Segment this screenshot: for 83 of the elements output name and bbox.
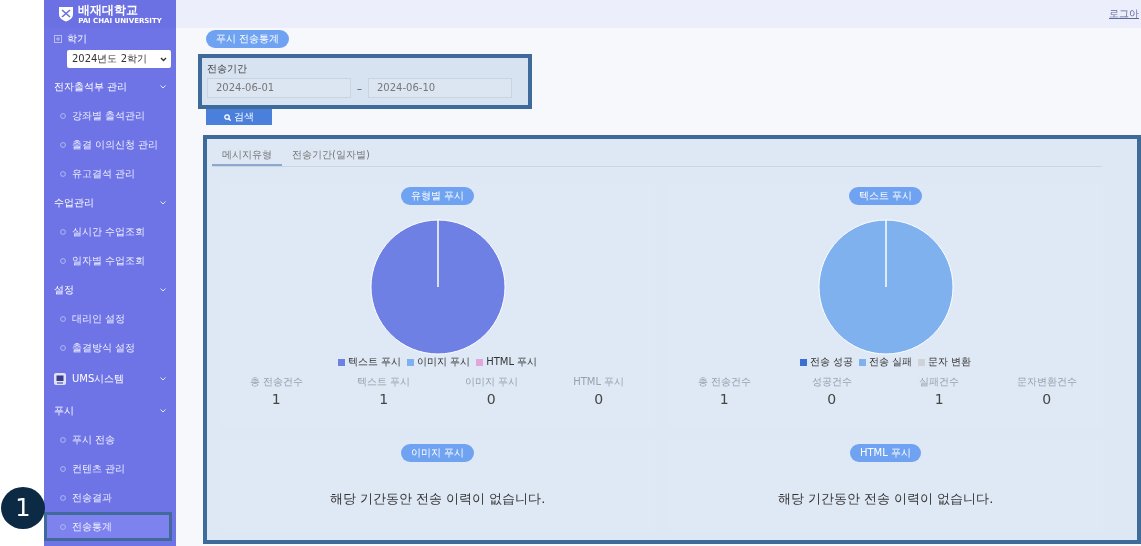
chevron-down-icon [160, 377, 166, 381]
chevron-down-icon [160, 287, 166, 292]
menu-item[interactable]: 대리인 설정 [44, 304, 176, 333]
stat-value: 1 [271, 391, 281, 407]
semester-select[interactable]: 2024년도 2학기 [67, 50, 171, 68]
stat-label: HTML 푸시 [573, 375, 625, 389]
menu-item[interactable]: 강좌별 출석관리 [44, 101, 176, 130]
page-title-button[interactable]: 푸시 전송통계 [206, 30, 290, 48]
legend-swatch [858, 358, 866, 366]
legend-swatch [476, 358, 484, 366]
range-separator: – [356, 82, 363, 94]
circle-icon [60, 436, 66, 443]
menu-item[interactable]: 출결 이의신청 관리 [44, 130, 176, 159]
legend-swatch [799, 358, 807, 366]
logout-link[interactable]: 로그아 [1109, 7, 1139, 21]
chevron-down-icon [160, 56, 167, 62]
stat-value: 0 [486, 391, 496, 407]
menu-item[interactable]: 전송결과 [44, 483, 176, 512]
search-button[interactable]: 검색 [206, 109, 272, 125]
filter-label: 전송기간 [207, 62, 248, 76]
menu-item[interactable]: 컨텐츠 관리 [44, 454, 176, 483]
monitor-icon [54, 373, 66, 385]
circle-icon [60, 523, 66, 530]
circle-icon [60, 315, 66, 322]
legend-swatch [337, 358, 345, 366]
stat-value: 0 [1042, 391, 1052, 407]
stat-label: 이미지 푸시 [464, 375, 518, 389]
stat-value: 1 [719, 391, 729, 407]
circle-icon [60, 257, 66, 264]
legend-swatch [407, 358, 414, 366]
stat-label: 성공건수 [811, 375, 852, 389]
stat-value: 1 [379, 391, 389, 407]
chevron-down-icon [160, 84, 166, 89]
card-title: 이미지 푸시 [400, 444, 475, 462]
start-date-field[interactable]: 2024-06-01 [207, 78, 351, 98]
stat-label: 실패건수 [919, 375, 960, 389]
menu-section[interactable]: 설정 [44, 275, 176, 304]
empty-message: 해당 기간동안 전송 이력이 없습니다. [777, 490, 994, 508]
stat-label: 총 전송건수 [697, 375, 751, 389]
menu-item[interactable]: 실시간 수업조회 [44, 217, 176, 246]
card-title: 텍스트 푸시 [848, 187, 923, 205]
end-date-field[interactable]: 2024-06-10 [368, 78, 512, 98]
legend-label: 텍스트 푸시 [347, 355, 401, 369]
menu-section[interactable]: 수업관리 [44, 188, 176, 217]
stat-label: 총 전송건수 [249, 375, 303, 389]
legend-label: 전송 성공 [809, 355, 853, 369]
menu-section[interactable]: 푸시 [44, 396, 176, 425]
search-icon [224, 113, 231, 121]
menu-item[interactable]: 전송통계 [44, 512, 172, 541]
card-title: HTML 푸시 [850, 444, 921, 462]
circle-icon [60, 344, 66, 351]
logo-title: 배재대학교 [78, 3, 139, 17]
menu-item[interactable]: 일자별 수업조회 [44, 246, 176, 275]
legend-swatch [918, 358, 926, 366]
circle-icon [60, 228, 66, 235]
stat-value: 0 [827, 391, 837, 407]
menu-section[interactable]: UMS시스템 [44, 362, 176, 396]
circle-icon [60, 170, 66, 177]
circle-icon [60, 465, 66, 472]
menu-item[interactable]: 유고결석 관리 [44, 159, 176, 188]
tab[interactable]: 전송기간(일자별) [282, 145, 380, 166]
circle-icon [60, 494, 66, 501]
chevron-down-icon [160, 200, 166, 205]
legend-label: HTML 푸시 [486, 355, 538, 369]
legend-label: 문자 변환 [928, 355, 972, 369]
menu-item[interactable]: 푸시 전송 [44, 425, 176, 454]
card-title: 유형별 푸시 [400, 187, 475, 205]
chevron-down-icon [160, 408, 166, 413]
menu-section[interactable]: 전자출석부 관리 [44, 72, 176, 101]
plus-box-icon [54, 35, 62, 43]
menu-item[interactable]: 출결방식 설정 [44, 333, 176, 362]
circle-icon [60, 112, 66, 119]
shield-icon [58, 6, 75, 22]
stat-label: 문자변환건수 [1016, 375, 1077, 389]
empty-message: 해당 기간동안 전송 이력이 없습니다. [329, 490, 546, 508]
semester-label: 학기 [67, 32, 87, 46]
tab[interactable]: 메시지유형 [212, 145, 282, 166]
stat-value: 0 [594, 391, 604, 407]
circle-icon [60, 141, 66, 148]
stat-value: 1 [934, 391, 944, 407]
legend-label: 이미지 푸시 [417, 355, 471, 369]
legend-label: 전송 실패 [868, 355, 913, 369]
stat-label: 텍스트 푸시 [357, 375, 411, 389]
